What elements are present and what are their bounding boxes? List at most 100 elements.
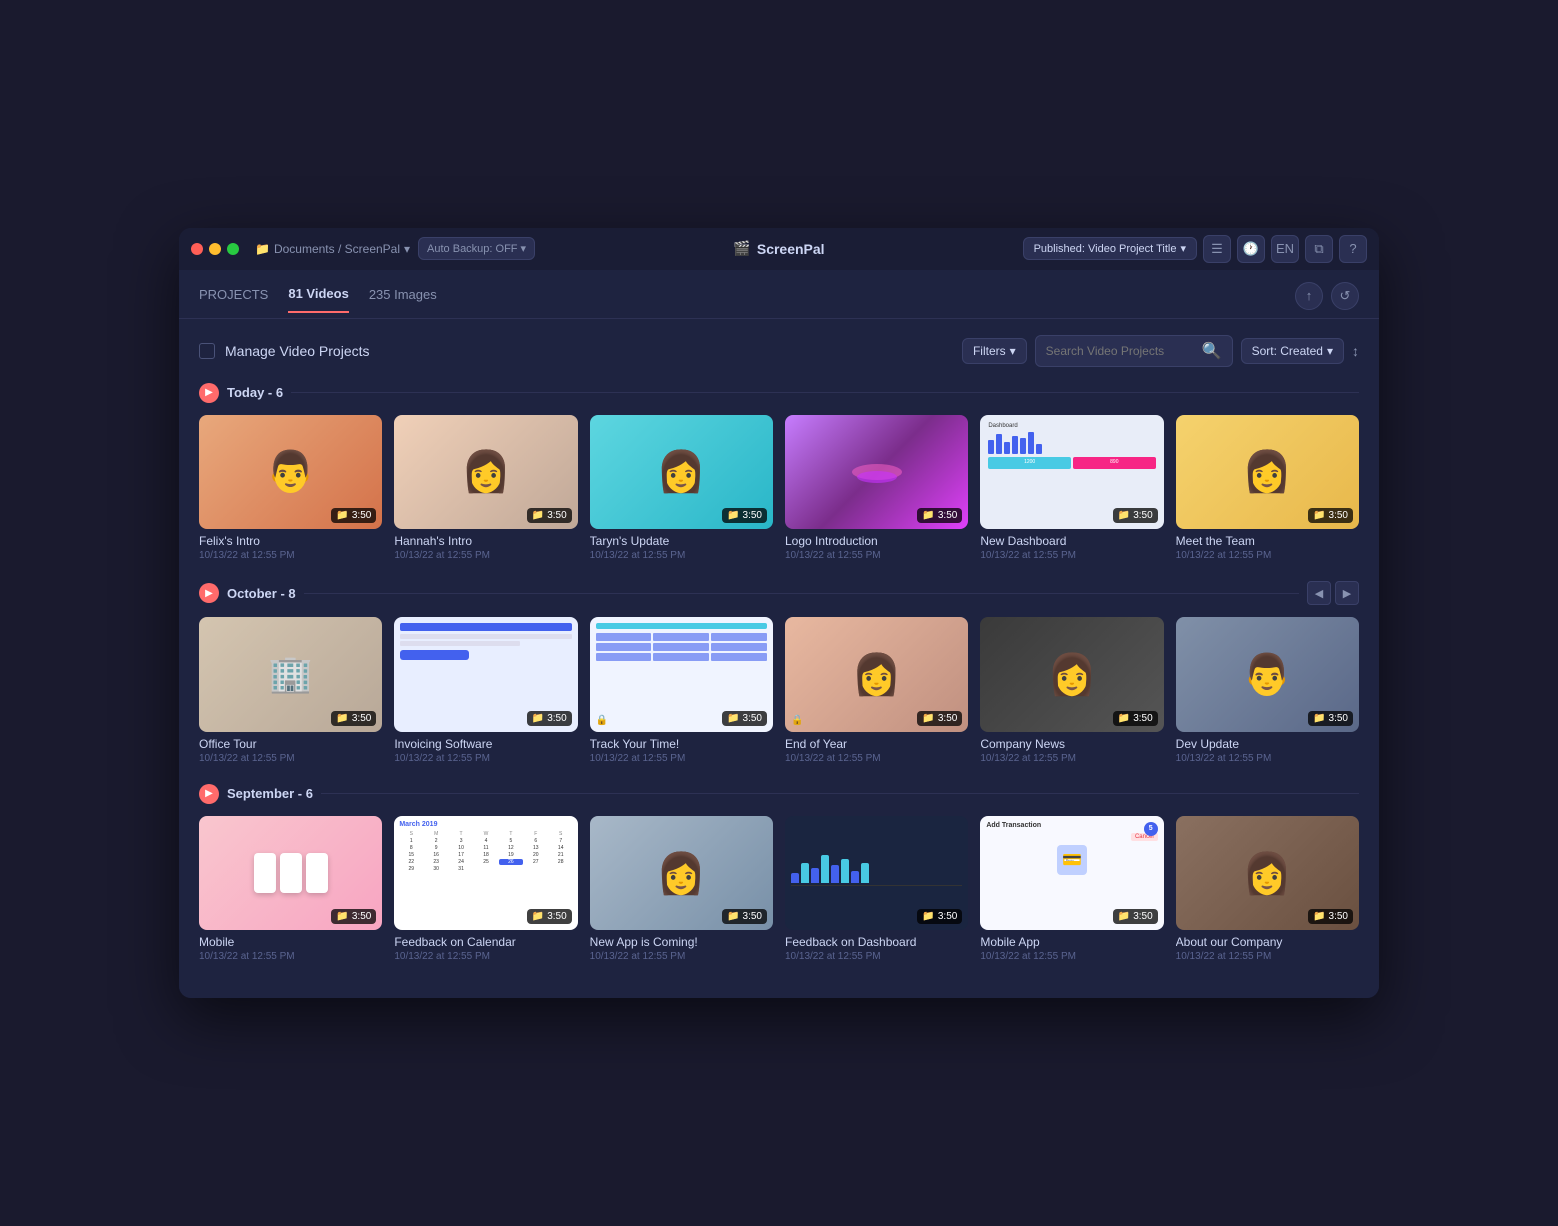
prev-arrow[interactable]: ◀	[1307, 581, 1331, 605]
video-thumbnail: Dashboard1200890 📁 3:50	[980, 415, 1163, 530]
duration-text: 3:50	[547, 911, 566, 922]
video-card[interactable]: 👩 🔒 📁 3:50 End of Year 10/13/22 at 12:55…	[785, 617, 968, 764]
traffic-lights	[191, 243, 239, 255]
video-date: 10/13/22 at 12:55 PM	[1176, 753, 1359, 764]
video-card[interactable]: 🏢 📁 3:50 Office Tour 10/13/22 at 12:55 P…	[199, 617, 382, 764]
video-info: Felix's Intro 10/13/22 at 12:55 PM	[199, 529, 382, 561]
video-card[interactable]: 👩 📁 3:50 Company News 10/13/22 at 12:55 …	[980, 617, 1163, 764]
video-thumbnail: March 2019SMTWTFS12345678910111213141516…	[394, 816, 577, 931]
video-name: Invoicing Software	[394, 737, 577, 751]
video-card[interactable]: 👨 📁 3:50 Felix's Intro 10/13/22 at 12:55…	[199, 415, 382, 562]
refresh-button[interactable]: ↺	[1331, 282, 1359, 310]
duration-text: 3:50	[1133, 713, 1152, 724]
video-duration: 📁 3:50	[527, 508, 572, 523]
video-duration: 📁 3:50	[331, 508, 376, 523]
video-duration: 📁 3:50	[331, 909, 376, 924]
menu-icon[interactable]: ☰	[1203, 235, 1231, 263]
video-thumbnail: 👩 📁 3:50	[394, 415, 577, 530]
video-name: Office Tour	[199, 737, 382, 751]
video-card[interactable]: 👩 📁 3:50 Taryn's Update 10/13/22 at 12:5…	[590, 415, 773, 562]
video-card[interactable]: 👨 📁 3:50 Dev Update 10/13/22 at 12:55 PM	[1176, 617, 1359, 764]
chevron-down-icon: ▾	[404, 242, 410, 256]
video-duration: 📁 3:50	[527, 909, 572, 924]
video-date: 10/13/22 at 12:55 PM	[590, 753, 773, 764]
maximize-button[interactable]	[227, 243, 239, 255]
duration-text: 3:50	[743, 510, 762, 521]
video-card[interactable]: 📁 3:50 Feedback on Dashboard 10/13/22 at…	[785, 816, 968, 963]
video-thumbnail: 📁 3:50	[785, 415, 968, 530]
video-card[interactable]: Add TransactionCancel💳5 📁 3:50 Mobile Ap…	[980, 816, 1163, 963]
section-october: ▶ October - 8 ◀ ▶ 🏢 📁 3:50	[199, 581, 1359, 764]
section-header-today: ▶ Today - 6	[199, 383, 1359, 403]
video-info: Logo Introduction 10/13/22 at 12:55 PM	[785, 529, 968, 561]
video-info: New App is Coming! 10/13/22 at 12:55 PM	[590, 930, 773, 962]
close-button[interactable]	[191, 243, 203, 255]
video-card[interactable]: 👩 📁 3:50 Hannah's Intro 10/13/22 at 12:5…	[394, 415, 577, 562]
help-icon[interactable]: ?	[1339, 235, 1367, 263]
video-name: Felix's Intro	[199, 534, 382, 548]
manage-actions: Filters ▾ 🔍 Sort: Created ▾ ↕	[962, 335, 1359, 367]
video-card[interactable]: March 2019SMTWTFS12345678910111213141516…	[394, 816, 577, 963]
section-header-october: ▶ October - 8 ◀ ▶	[199, 581, 1359, 605]
app-title: 🎬 ScreenPal	[733, 240, 824, 257]
video-duration: 📁 3:50	[1113, 909, 1158, 924]
duration-text: 3:50	[1133, 510, 1152, 521]
duration-text: 3:50	[743, 713, 762, 724]
next-arrow[interactable]: ▶	[1335, 581, 1359, 605]
video-duration: 📁 3:50	[331, 711, 376, 726]
lock-icon: 🔒	[791, 715, 803, 726]
folder-icon: 📁	[1118, 911, 1130, 922]
section-divider	[304, 593, 1299, 594]
video-card[interactable]: 📁 3:50 Logo Introduction 10/13/22 at 12:…	[785, 415, 968, 562]
video-info: Taryn's Update 10/13/22 at 12:55 PM	[590, 529, 773, 561]
layers-icon[interactable]: ⧉	[1305, 235, 1333, 263]
video-duration: 📁 3:50	[722, 711, 767, 726]
file-path[interactable]: 📁 Documents / ScreenPal ▾	[255, 242, 410, 256]
video-card[interactable]: 👩 📁 3:50 About our Company 10/13/22 at 1…	[1176, 816, 1359, 963]
duration-text: 3:50	[547, 713, 566, 724]
video-info: Invoicing Software 10/13/22 at 12:55 PM	[394, 732, 577, 764]
search-input[interactable]	[1046, 344, 1196, 358]
auto-backup-toggle[interactable]: Auto Backup: OFF ▾	[418, 237, 535, 260]
folder-icon: 📁	[922, 510, 934, 521]
lock-icon: 🔒	[596, 715, 608, 726]
tab-images[interactable]: 235 Images	[369, 287, 437, 312]
select-all-checkbox[interactable]	[199, 343, 215, 359]
published-dropdown[interactable]: Published: Video Project Title ▾	[1023, 237, 1197, 260]
video-card[interactable]: 📁 3:50 Mobile 10/13/22 at 12:55 PM	[199, 816, 382, 963]
duration-text: 3:50	[352, 911, 371, 922]
section-divider	[291, 392, 1359, 393]
video-date: 10/13/22 at 12:55 PM	[590, 550, 773, 561]
search-box: 🔍	[1035, 335, 1233, 367]
video-card[interactable]: 👩 📁 3:50 Meet the Team 10/13/22 at 12:55…	[1176, 415, 1359, 562]
video-date: 10/13/22 at 12:55 PM	[199, 550, 382, 561]
folder-icon: 📁	[336, 510, 348, 521]
tab-projects[interactable]: PROJECTS	[199, 287, 268, 312]
sort-button[interactable]: Sort: Created ▾	[1241, 338, 1344, 364]
video-name: Mobile	[199, 935, 382, 949]
language-button[interactable]: EN	[1271, 235, 1299, 263]
video-thumbnail: 🔒 📁 3:50	[590, 617, 773, 732]
sort-direction-button[interactable]: ↕	[1352, 343, 1359, 359]
video-name: Feedback on Calendar	[394, 935, 577, 949]
minimize-button[interactable]	[209, 243, 221, 255]
folder-icon: 📁	[922, 713, 934, 724]
duration-text: 3:50	[938, 510, 957, 521]
video-name: Hannah's Intro	[394, 534, 577, 548]
upload-button[interactable]: ↑	[1295, 282, 1323, 310]
video-date: 10/13/22 at 12:55 PM	[785, 951, 968, 962]
tab-videos[interactable]: 81 Videos	[288, 286, 348, 313]
video-card[interactable]: 📁 3:50 Invoicing Software 10/13/22 at 12…	[394, 617, 577, 764]
video-card[interactable]: 👩 📁 3:50 New App is Coming! 10/13/22 at …	[590, 816, 773, 963]
section-toggle-today[interactable]: ▶	[199, 383, 219, 403]
video-date: 10/13/22 at 12:55 PM	[785, 550, 968, 561]
main-content: Manage Video Projects Filters ▾ 🔍 Sort: …	[179, 319, 1379, 999]
video-card[interactable]: 🔒 📁 3:50 Track Your Time! 10/13/22 at 12…	[590, 617, 773, 764]
filters-button[interactable]: Filters ▾	[962, 338, 1027, 364]
video-card[interactable]: Dashboard1200890 📁 3:50 New Dashboard 10…	[980, 415, 1163, 562]
section-toggle-october[interactable]: ▶	[199, 583, 219, 603]
section-toggle-september[interactable]: ▶	[199, 784, 219, 804]
video-thumbnail: 📁 3:50	[394, 617, 577, 732]
history-icon[interactable]: 🕐	[1237, 235, 1265, 263]
video-grid-september: 📁 3:50 Mobile 10/13/22 at 12:55 PM March…	[199, 816, 1359, 963]
